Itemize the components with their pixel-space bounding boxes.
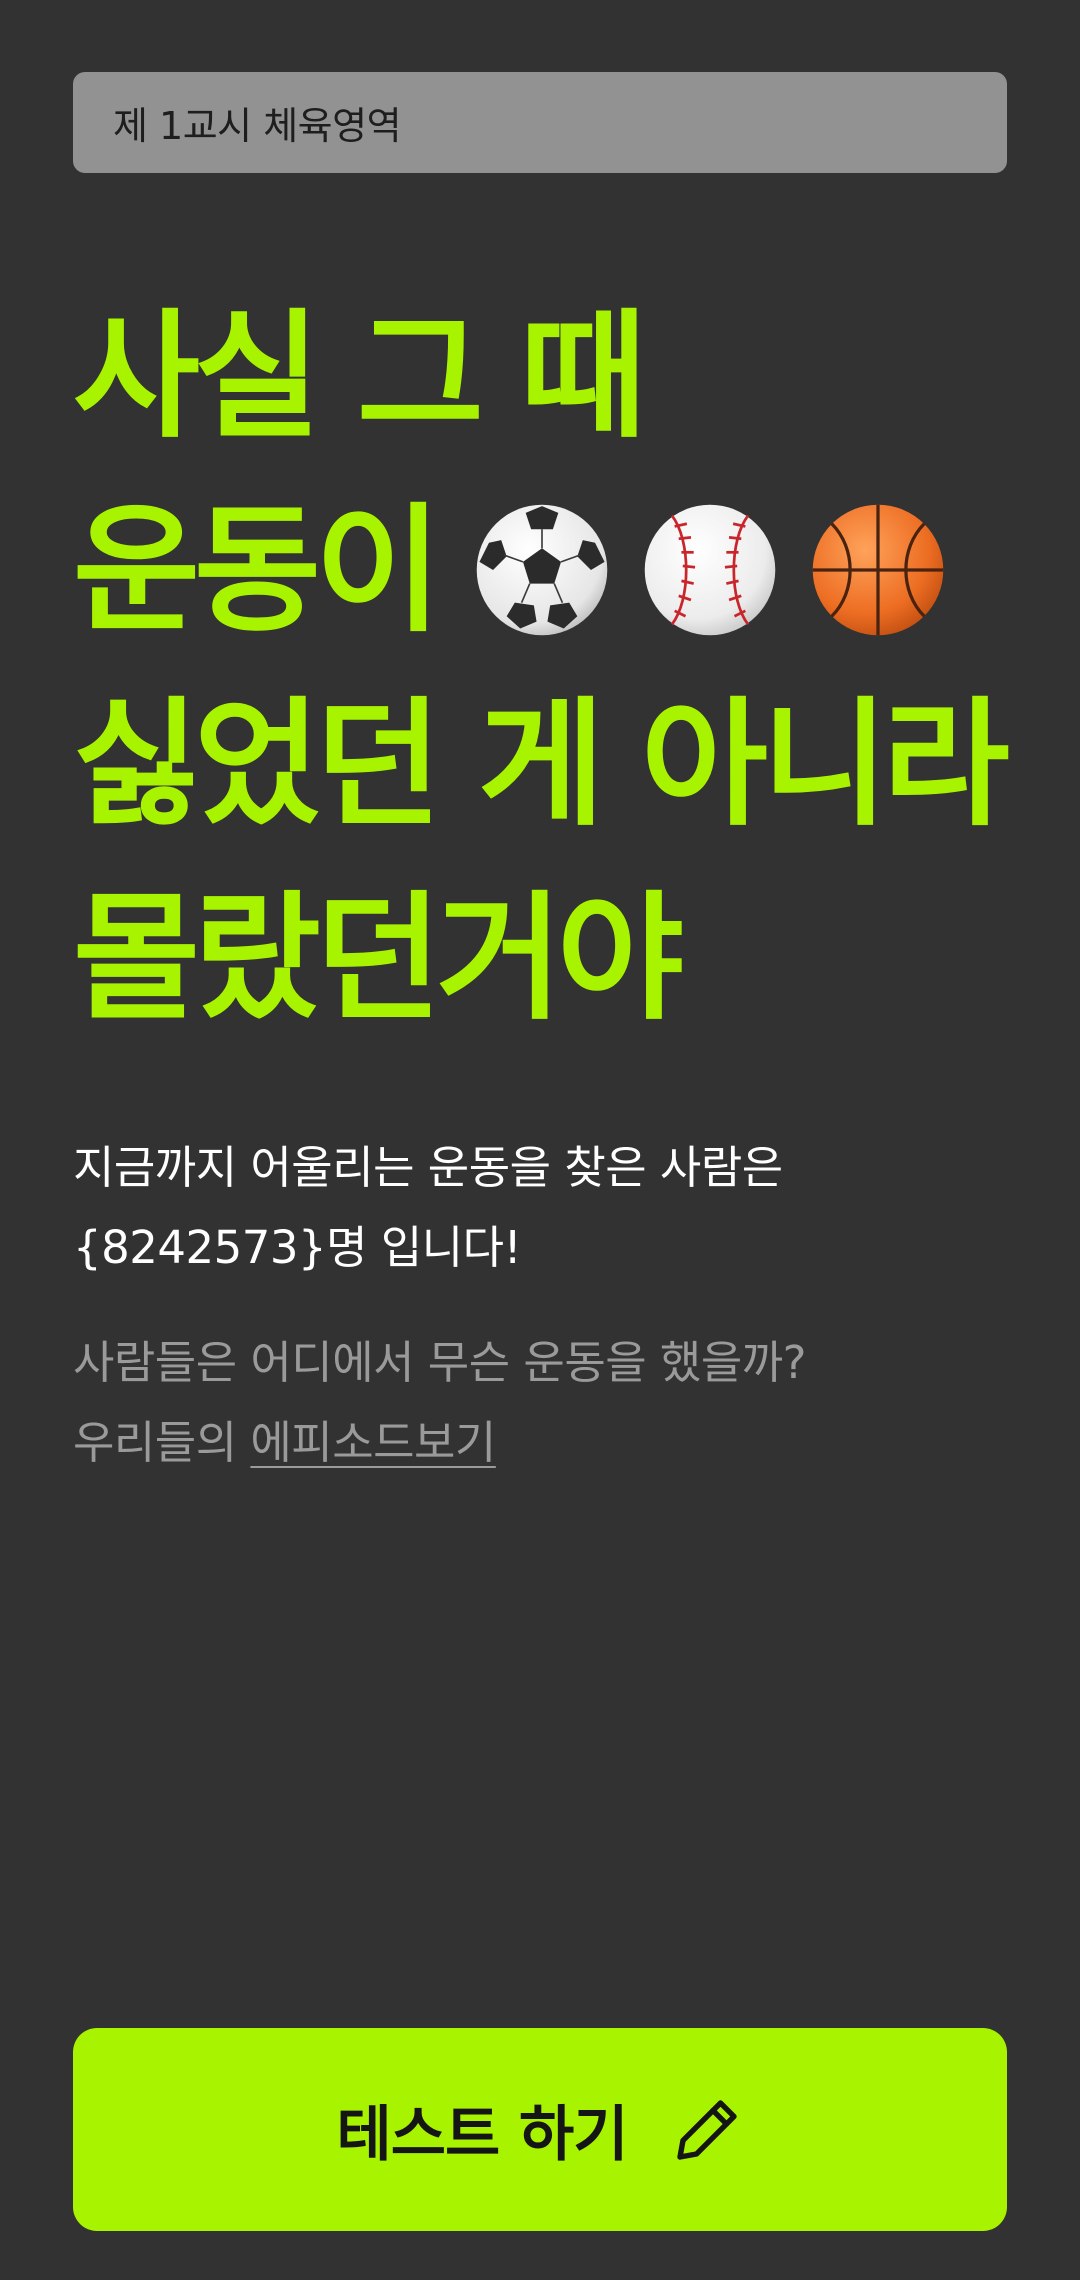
soccer-ball-icon	[474, 502, 610, 638]
headline: 사실 그 때 운동이 싫었던 게 아니라 몰랐던거야	[73, 280, 1033, 1056]
test-intro-page: 제 1교시 체육영역 사실 그 때 운동이 싫었던 게 아니라 몰랐던거야 지금…	[0, 0, 1080, 2280]
episode-view-link[interactable]: 에피소드보기	[250, 1416, 496, 1469]
headline-line-4: 몰랐던거야	[73, 878, 684, 1039]
baseball-icon	[642, 502, 778, 638]
basketball-icon	[810, 502, 946, 638]
episode-line-1: 사람들은 어디에서 무슨 운동을 했을까?	[73, 1336, 807, 1389]
subject-tag-label: 제 1교시 체육영역	[113, 104, 402, 148]
headline-line-1: 사실 그 때	[73, 296, 647, 457]
start-test-label: 테스트 하기	[336, 2100, 629, 2170]
participant-count-line-2: {8242573}명 입니다!	[73, 1221, 522, 1274]
pencil-icon	[671, 2094, 743, 2166]
headline-line-3: 싫었던 게 아니라	[73, 684, 1010, 845]
participant-count-text: 지금까지 어울리는 운동을 찾은 사람은 {8242573}명 입니다!	[73, 1128, 1007, 1288]
headline-line-2-row: 운동이	[73, 474, 1033, 668]
episode-text: 사람들은 어디에서 무슨 운동을 했을까? 우리들의 에피소드보기	[73, 1323, 1007, 1483]
subject-tag-bar: 제 1교시 체육영역	[73, 72, 1007, 173]
start-test-button[interactable]: 테스트 하기	[73, 2028, 1007, 2231]
headline-line-2: 운동이	[73, 490, 442, 651]
episode-prefix: 우리들의	[73, 1416, 251, 1469]
episode-line-2: 우리들의 에피소드보기	[73, 1403, 1007, 1483]
participant-count-line-1: 지금까지 어울리는 운동을 찾은 사람은	[73, 1141, 783, 1194]
